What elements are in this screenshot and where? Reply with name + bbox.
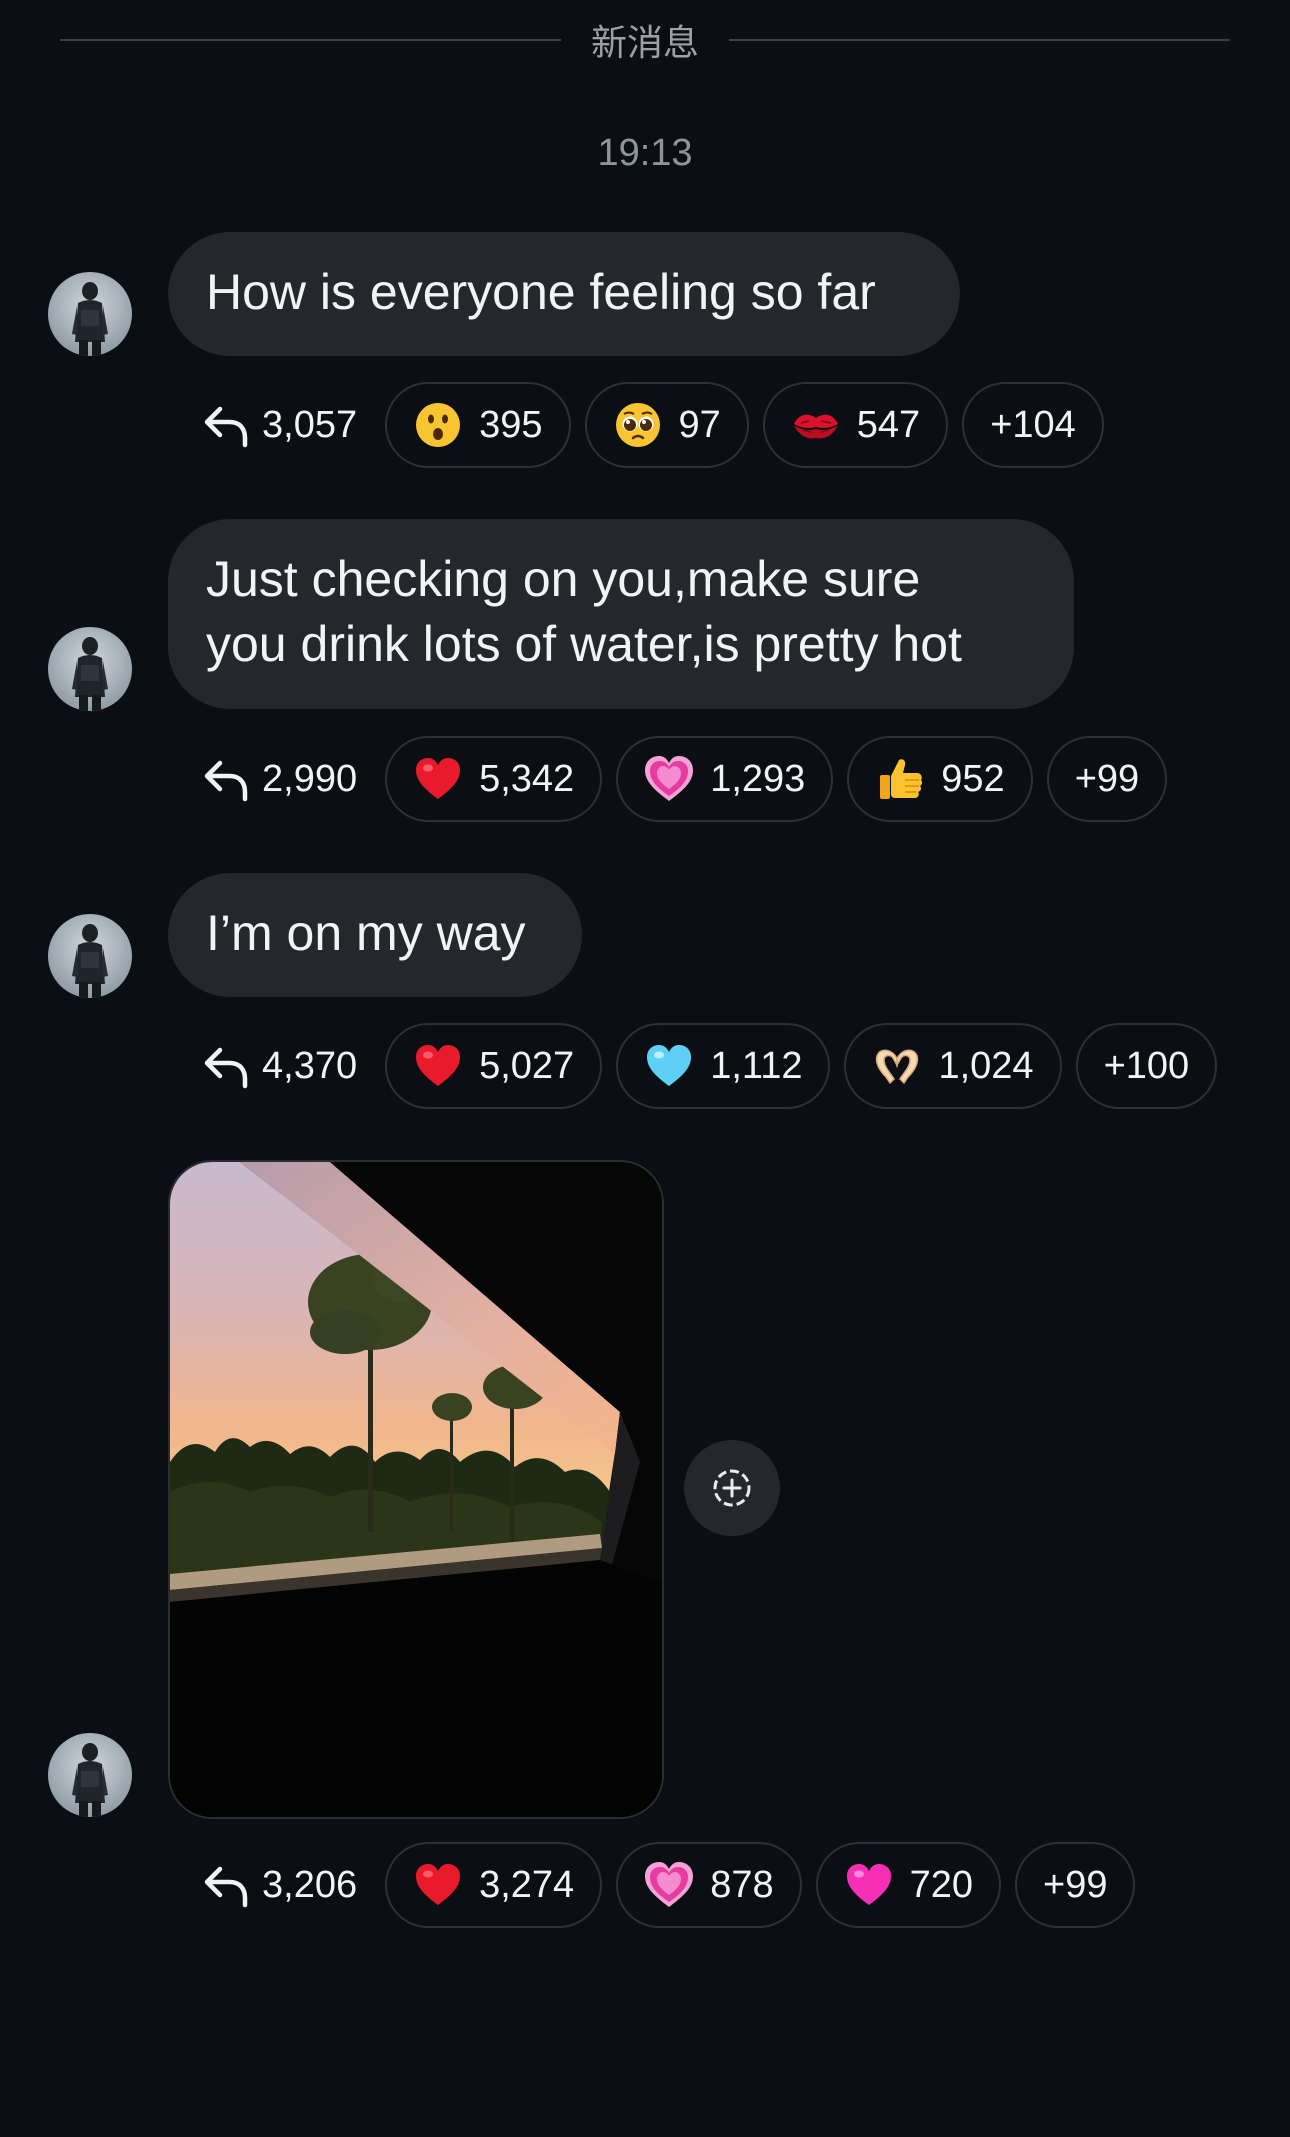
reaction-bar: 2,990 5,342 1,293 952 +99 [200,735,1168,823]
reply-count: 3,057 [262,403,358,446]
divider-line-right [729,39,1231,41]
more-reactions-chip[interactable]: +99 [1015,1842,1136,1928]
reaction-bar: 4,370 5,027 1,112 1,024 +100 [200,1022,1218,1110]
add-circle-icon [708,1464,756,1512]
reply-count: 3,206 [262,1863,358,1906]
message-bubble[interactable]: How is everyone feeling so far [168,232,960,356]
more-reactions-count: +99 [1074,757,1140,800]
kiss-mark-icon [791,400,841,450]
reaction-bar: 3,057 395 97 547 +104 [200,381,1104,469]
reply-count: 4,370 [262,1044,358,1087]
reply-icon [200,399,252,451]
reaction-chip[interactable]: 547 [762,382,949,468]
message-text: I’m on my way [206,905,526,961]
more-reactions-chip[interactable]: +100 [1075,1023,1218,1109]
reaction-count: 1,293 [710,757,806,800]
reaction-count: 3,274 [479,1863,575,1906]
reaction-count: 1,024 [938,1044,1034,1087]
reaction-chip[interactable]: 395 [385,382,571,468]
more-reactions-count: +99 [1043,1863,1108,1906]
reaction-chip[interactable]: 952 [847,736,1033,822]
reaction-chip[interactable]: 1,024 [844,1023,1062,1109]
message-bubble[interactable]: Just checking on you,make sure you drink… [168,519,1074,709]
reaction-chip[interactable]: 5,027 [385,1023,603,1109]
reply-count-button[interactable]: 3,057 [200,381,371,469]
reaction-count: 5,342 [479,757,575,800]
reaction-count: 1,112 [710,1044,803,1087]
reaction-count: 952 [941,757,1005,800]
growing-heart-icon [644,1860,694,1910]
photo-message[interactable] [168,1160,664,1819]
avatar[interactable] [48,627,132,711]
message-text-line: you drink lots of water,is pretty hot [206,616,962,672]
reaction-chip[interactable]: 3,274 [385,1842,603,1928]
avatar[interactable] [48,914,132,998]
reaction-count: 720 [909,1863,973,1906]
reaction-count: 97 [678,403,721,446]
pink-heart-icon [844,1860,894,1910]
red-heart-icon [413,1860,463,1910]
reaction-chip[interactable]: 1,293 [616,736,834,822]
message-bubble[interactable]: I’m on my way [168,873,582,997]
reaction-count: 395 [479,403,543,446]
reaction-chip[interactable]: 1,112 [616,1023,831,1109]
reaction-count: 5,027 [479,1044,575,1087]
reply-count-button[interactable]: 2,990 [200,735,371,823]
timestamp: 19:13 [597,132,693,174]
new-messages-divider: 新消息 [60,14,1231,66]
reaction-chip[interactable]: 878 [616,1842,802,1928]
reply-icon [200,1859,252,1911]
reply-icon [200,1040,252,1092]
light-blue-heart-icon [644,1041,694,1091]
hushed-face-icon [413,400,463,450]
reaction-chip[interactable]: 97 [584,382,749,468]
reaction-count: 547 [856,403,921,446]
pleading-face-icon [613,400,663,450]
message-text-line: Just checking on you,make sure [206,551,921,607]
red-heart-icon [413,754,463,804]
new-messages-label: 新消息 [591,23,700,64]
save-image-button[interactable] [684,1440,780,1536]
more-reactions-count: +104 [990,403,1076,446]
reaction-chip[interactable]: 720 [815,1842,1001,1928]
reply-count: 2,990 [262,757,358,800]
thumbs-up-icon [875,754,925,804]
reaction-count: 878 [710,1863,774,1906]
reply-count-button[interactable]: 3,206 [200,1841,371,1929]
message-text: How is everyone feeling so far [206,264,876,320]
more-reactions-count: +100 [1103,1044,1190,1087]
sunset-photo [170,1162,662,1817]
growing-heart-icon [644,754,694,804]
reaction-bar: 3,206 3,274 878 720 +99 [200,1841,1136,1929]
avatar[interactable] [48,272,132,356]
reply-icon [200,753,252,805]
reply-count-button[interactable]: 4,370 [200,1022,371,1110]
heart-hands-icon [872,1041,922,1091]
more-reactions-chip[interactable]: +104 [962,382,1104,468]
red-heart-icon [413,1041,463,1091]
divider-line-left [60,39,561,41]
avatar[interactable] [48,1733,132,1817]
more-reactions-chip[interactable]: +99 [1046,736,1168,822]
reaction-chip[interactable]: 5,342 [385,736,603,822]
